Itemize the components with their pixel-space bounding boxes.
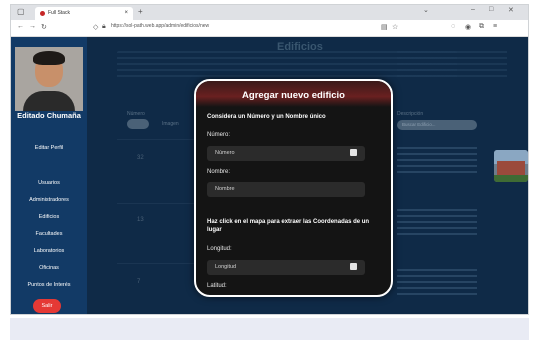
account-icon[interactable]: ◉ (465, 23, 471, 31)
url-input[interactable]: https://sol-path.web.app/admin/edificios… (111, 23, 209, 29)
bottom-strip (10, 318, 529, 340)
longitud-label: Longitud: (207, 246, 232, 252)
nombre-label: Nombre: (207, 169, 231, 175)
forward-icon[interactable]: → (29, 23, 36, 30)
close-tab-icon[interactable]: × (124, 10, 128, 16)
shield-icon: ◇ (93, 24, 99, 31)
latitud-label: Latitud: (207, 283, 227, 289)
menu-icon[interactable]: ≡ (493, 23, 497, 30)
pocket-icon[interactable]: ◌ (451, 23, 455, 30)
row-number: 13 (137, 217, 144, 223)
longitud-placeholder: Longitud (215, 264, 237, 270)
description-cell (397, 209, 477, 235)
web-page: Editado Chumaña Editar Perfil Usuarios A… (11, 37, 528, 314)
nombre-input[interactable]: Nombre (207, 182, 365, 197)
tab-title: Full Stack (48, 10, 70, 16)
column-header-descripcion: Descripción (397, 111, 424, 117)
description-cell (397, 147, 477, 173)
sidebar-item-administradores[interactable]: Administradores (11, 192, 87, 209)
add-building-modal: Agregar nuevo edificio Considera un Núme… (194, 79, 393, 297)
description-cell (397, 269, 477, 295)
minimize-icon[interactable]: – (471, 6, 475, 13)
chevron-down-icon[interactable]: ⌄ (423, 6, 429, 14)
close-window-icon[interactable]: ✕ (508, 6, 514, 14)
extensions-icon[interactable]: ⧉ (479, 23, 484, 31)
column-header-imagen: Imagen (162, 121, 179, 127)
sidebar-item-usuarios[interactable]: Usuarios (11, 175, 87, 192)
favicon-icon (40, 11, 45, 16)
address-bar-row: ← → ↻ ◇ 🔒︎ https://sol-path.web.app/admi… (11, 20, 528, 37)
longitud-input[interactable]: Longitud (207, 260, 365, 275)
autofill-icon[interactable] (350, 149, 357, 156)
sidebar-item-edificios[interactable]: Edificios (11, 209, 87, 226)
search-input[interactable]: Buscar Edificio... (397, 120, 477, 130)
column-header-numero: Número (127, 111, 145, 117)
sidebar-menu: Usuarios Administradores Edificios Facul… (11, 175, 87, 294)
sidebar-item-puntos-de-interes[interactable]: Puntos de Interés (11, 277, 87, 294)
building-thumbnail (494, 150, 528, 182)
modal-title: Agregar nuevo edificio (242, 90, 345, 101)
sidebar: Editado Chumaña Editar Perfil Usuarios A… (11, 37, 87, 314)
filter-pill[interactable] (127, 119, 149, 129)
tab-list-icon[interactable]: ▢ (17, 7, 25, 16)
logout-button[interactable]: Salir (33, 299, 61, 313)
numero-input[interactable]: Número (207, 146, 365, 161)
tab-bar: ▢ Full Stack × + ⌄ – □ ✕ (11, 5, 528, 20)
reader-icon[interactable]: ▤ (381, 23, 388, 31)
modal-subtitle: Considera un Número y un Nombre único (207, 114, 326, 120)
sidebar-item-laboratorios[interactable]: Laboratorios (11, 243, 87, 260)
sidebar-item-oficinas[interactable]: Oficinas (11, 260, 87, 277)
browser-tab[interactable]: Full Stack × (35, 7, 133, 20)
user-name: Editado Chumaña (17, 111, 81, 120)
avatar (15, 47, 83, 111)
sidebar-item-facultades[interactable]: Facultades (11, 226, 87, 243)
lock-icon: 🔒︎ (102, 23, 106, 30)
intro-text-right (397, 51, 507, 81)
row-number: 32 (137, 155, 144, 161)
numero-placeholder: Número (215, 150, 235, 156)
map-hint: Haz click en el mapa para extraer las Co… (207, 219, 370, 233)
back-icon[interactable]: ← (17, 23, 24, 30)
numero-label: Número: (207, 132, 231, 138)
new-tab-button[interactable]: + (138, 7, 143, 16)
maximize-icon[interactable]: □ (489, 6, 493, 13)
autofill-icon[interactable] (350, 263, 357, 270)
reload-icon[interactable]: ↻ (41, 23, 47, 31)
edit-profile-link[interactable]: Editar Perfil (11, 145, 87, 151)
browser-window: ▢ Full Stack × + ⌄ – □ ✕ ← → ↻ ◇ 🔒︎ http… (10, 4, 529, 315)
nombre-placeholder: Nombre (215, 186, 235, 192)
row-number: 7 (137, 279, 141, 285)
bookmark-icon[interactable]: ☆ (392, 23, 398, 31)
